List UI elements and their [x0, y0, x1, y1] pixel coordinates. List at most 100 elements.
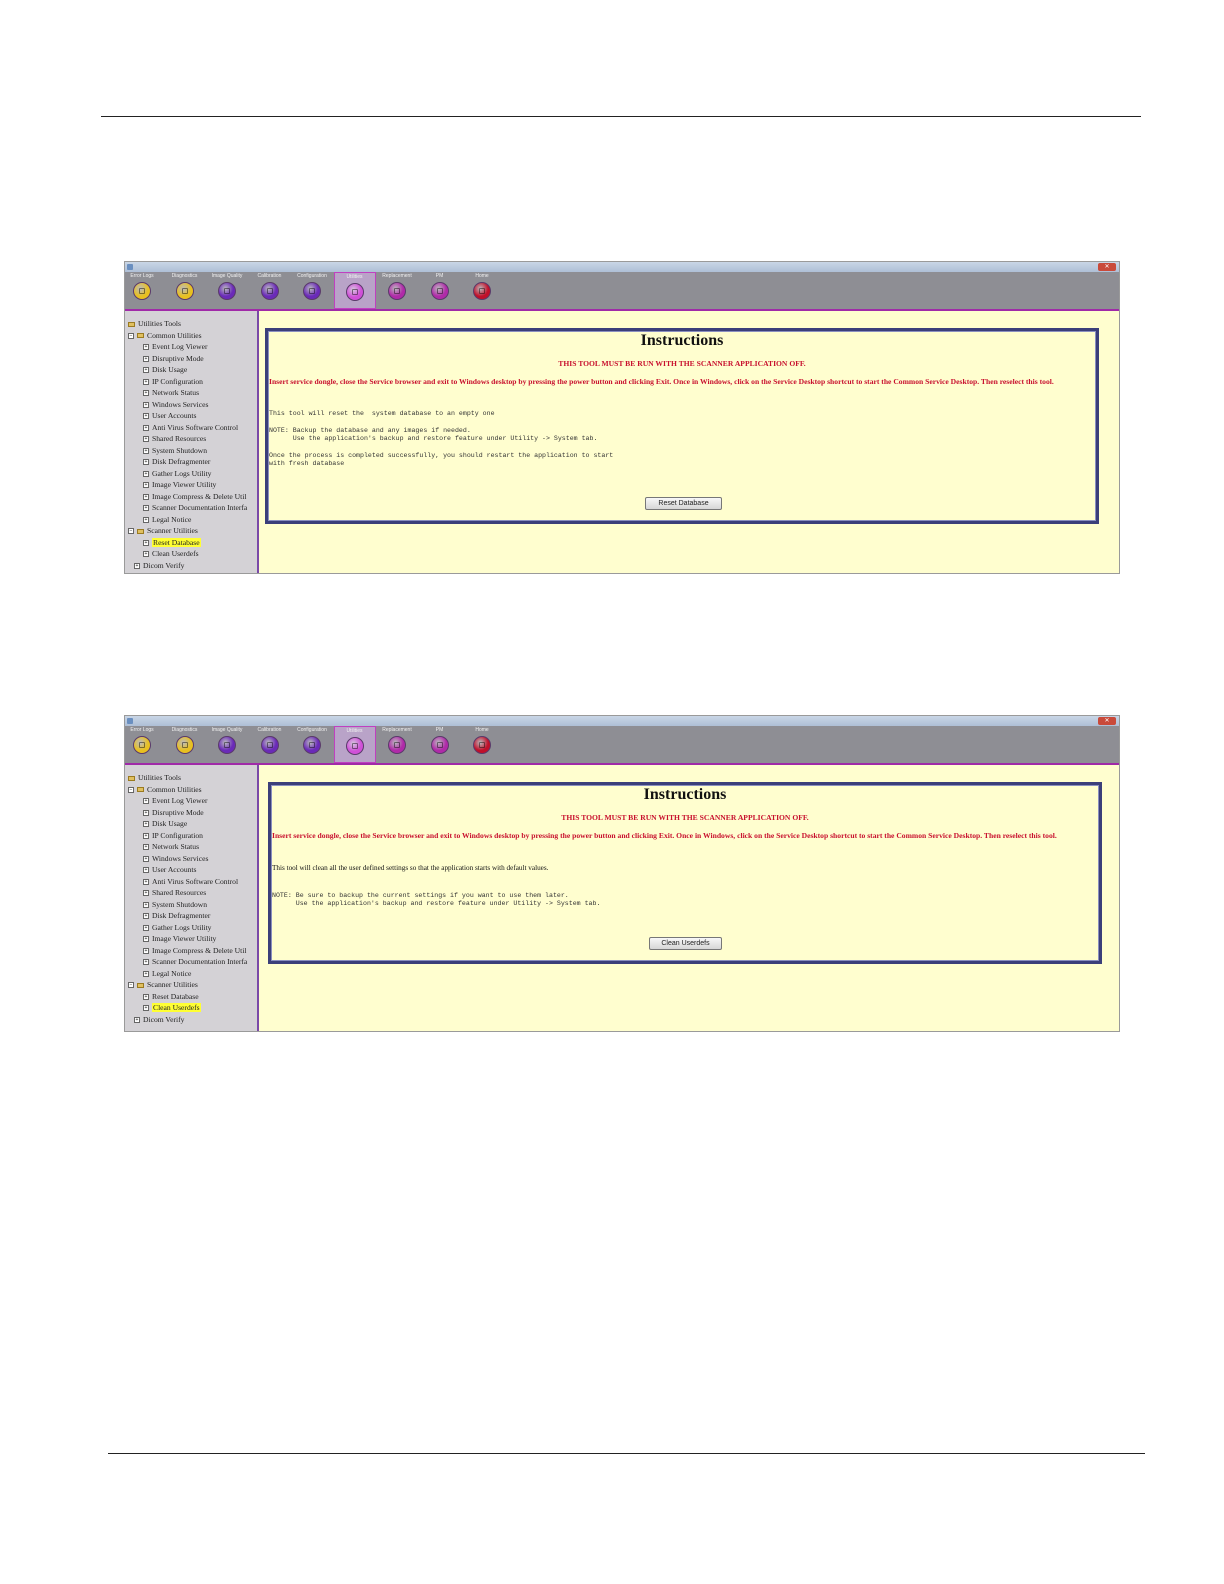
tree-item[interactable]: + Legal Notice	[143, 515, 191, 525]
expand-toggle-icon[interactable]: +	[143, 832, 149, 839]
expand-toggle-icon[interactable]: +	[143, 1005, 149, 1012]
expand-toggle-icon[interactable]: +	[143, 936, 149, 943]
expand-toggle-icon[interactable]: +	[143, 993, 149, 1000]
tree-item[interactable]: + Gather Logs Utility	[143, 469, 211, 479]
tree-item[interactable]: Utilities Tools	[128, 773, 181, 783]
expand-toggle-icon[interactable]: +	[143, 401, 149, 408]
toolbar-error-logs-button[interactable]: Error Logs	[125, 272, 163, 309]
toolbar-replacement-button[interactable]: Replacement	[376, 272, 418, 309]
tree-item[interactable]: + Network Status	[143, 388, 199, 398]
reset-database-button[interactable]: Reset Database	[645, 497, 722, 510]
expand-toggle-icon[interactable]: +	[134, 1016, 140, 1023]
expand-toggle-icon[interactable]: −	[128, 528, 134, 535]
expand-toggle-icon[interactable]: +	[143, 855, 149, 862]
tree-item[interactable]: + Image Compress & Delete Util	[143, 492, 246, 502]
toolbar-utilities-button[interactable]: Utilities	[333, 272, 376, 309]
tree-item[interactable]: + User Accounts	[143, 865, 197, 875]
expand-toggle-icon[interactable]: +	[143, 913, 149, 920]
tree-item[interactable]: + Anti Virus Software Control	[143, 423, 238, 433]
expand-toggle-icon[interactable]: +	[143, 378, 149, 385]
toolbar-utilities-button[interactable]: Utilities	[333, 726, 376, 763]
expand-toggle-icon[interactable]: +	[143, 924, 149, 931]
toolbar-pm-button[interactable]: PM	[419, 726, 461, 763]
expand-toggle-icon[interactable]: +	[143, 447, 149, 454]
expand-toggle-icon[interactable]: +	[134, 562, 140, 569]
tree-item[interactable]: + Disk Defragmenter	[143, 911, 210, 921]
expand-toggle-icon[interactable]: +	[143, 355, 149, 362]
expand-toggle-icon[interactable]: +	[143, 959, 149, 966]
expand-toggle-icon[interactable]: +	[143, 798, 149, 805]
tree-item[interactable]: + System Shutdown	[143, 900, 207, 910]
tree-item[interactable]: + Event Log Viewer	[143, 342, 208, 352]
tree-item[interactable]: + Image Compress & Delete Util	[143, 946, 246, 956]
tree-item[interactable]: + Clean Userdefs	[143, 1003, 201, 1013]
tree-item[interactable]: + System Shutdown	[143, 446, 207, 456]
toolbar-diagnostics-button[interactable]: Diagnostics	[164, 726, 206, 763]
expand-toggle-icon[interactable]: −	[128, 982, 134, 989]
tree-item[interactable]: + Image Viewer Utility	[143, 480, 216, 490]
toolbar-configuration-button[interactable]: Configuration	[291, 726, 333, 763]
tree-item[interactable]: + Gather Logs Utility	[143, 923, 211, 933]
tree-item[interactable]: + Shared Resources	[143, 434, 206, 444]
expand-toggle-icon[interactable]: +	[143, 844, 149, 851]
tree-item[interactable]: + Dicom Verify	[134, 1015, 184, 1025]
expand-toggle-icon[interactable]: +	[143, 947, 149, 954]
expand-toggle-icon[interactable]: +	[143, 890, 149, 897]
clean-userdefs-button[interactable]: Clean Userdefs	[649, 937, 722, 950]
expand-toggle-icon[interactable]: +	[143, 901, 149, 908]
toolbar-calibration-button[interactable]: Calibration	[249, 272, 291, 309]
expand-toggle-icon[interactable]: +	[143, 413, 149, 420]
expand-toggle-icon[interactable]: +	[143, 516, 149, 523]
expand-toggle-icon[interactable]: +	[143, 424, 149, 431]
expand-toggle-icon[interactable]: +	[143, 436, 149, 443]
tree-item[interactable]: + Windows Services	[143, 400, 208, 410]
expand-toggle-icon[interactable]: +	[143, 344, 149, 351]
close-button[interactable]: ✕	[1098, 263, 1116, 271]
tree-item[interactable]: + Reset Database	[143, 537, 201, 548]
tree-item[interactable]: + Shared Resources	[143, 888, 206, 898]
tree-item[interactable]: + Legal Notice	[143, 969, 191, 979]
tree-item[interactable]: + Disk Defragmenter	[143, 457, 210, 467]
toolbar-home-button[interactable]: Home	[461, 272, 503, 309]
tree-item[interactable]: + Disruptive Mode	[143, 808, 204, 818]
expand-toggle-icon[interactable]: +	[143, 470, 149, 477]
tree-item[interactable]: + Scanner Documentation Interfa	[143, 503, 247, 513]
tree-item[interactable]: + Disk Usage	[143, 365, 187, 375]
expand-toggle-icon[interactable]: +	[143, 878, 149, 885]
toolbar-image-quality-button[interactable]: Image Quality	[206, 726, 248, 763]
tree-item[interactable]: + User Accounts	[143, 411, 197, 421]
tree-item[interactable]: − Scanner Utilities	[128, 980, 198, 990]
expand-toggle-icon[interactable]: +	[143, 459, 149, 466]
expand-toggle-icon[interactable]: −	[128, 786, 134, 793]
tree-item[interactable]: + IP Configuration	[143, 377, 203, 387]
expand-toggle-icon[interactable]: +	[143, 821, 149, 828]
expand-toggle-icon[interactable]: +	[143, 482, 149, 489]
toolbar-pm-button[interactable]: PM	[419, 272, 461, 309]
tree-item[interactable]: + Image Viewer Utility	[143, 934, 216, 944]
tree-item[interactable]: + Reset Database	[143, 992, 199, 1002]
toolbar-error-logs-button[interactable]: Error Logs	[125, 726, 163, 763]
expand-toggle-icon[interactable]: +	[143, 390, 149, 397]
tree-item[interactable]: − Common Utilities	[128, 331, 202, 341]
expand-toggle-icon[interactable]: +	[143, 970, 149, 977]
toolbar-replacement-button[interactable]: Replacement	[376, 726, 418, 763]
expand-toggle-icon[interactable]: +	[143, 539, 149, 546]
tree-item[interactable]: − Common Utilities	[128, 785, 202, 795]
expand-toggle-icon[interactable]: +	[143, 551, 149, 558]
close-button[interactable]: ✕	[1098, 717, 1116, 725]
tree-item[interactable]: + Anti Virus Software Control	[143, 877, 238, 887]
tree-item[interactable]: − Scanner Utilities	[128, 526, 198, 536]
tree-item[interactable]: + Disk Usage	[143, 819, 187, 829]
expand-toggle-icon[interactable]: +	[143, 367, 149, 374]
expand-toggle-icon[interactable]: +	[143, 505, 149, 512]
tree-item[interactable]: + IP Configuration	[143, 831, 203, 841]
tree-item[interactable]: + Windows Services	[143, 854, 208, 864]
expand-toggle-icon[interactable]: +	[143, 867, 149, 874]
toolbar-home-button[interactable]: Home	[461, 726, 503, 763]
expand-toggle-icon[interactable]: −	[128, 332, 134, 339]
toolbar-image-quality-button[interactable]: Image Quality	[206, 272, 248, 309]
toolbar-diagnostics-button[interactable]: Diagnostics	[164, 272, 206, 309]
tree-item[interactable]: + Clean Userdefs	[143, 549, 199, 559]
tree-item[interactable]: Utilities Tools	[128, 319, 181, 329]
toolbar-calibration-button[interactable]: Calibration	[249, 726, 291, 763]
